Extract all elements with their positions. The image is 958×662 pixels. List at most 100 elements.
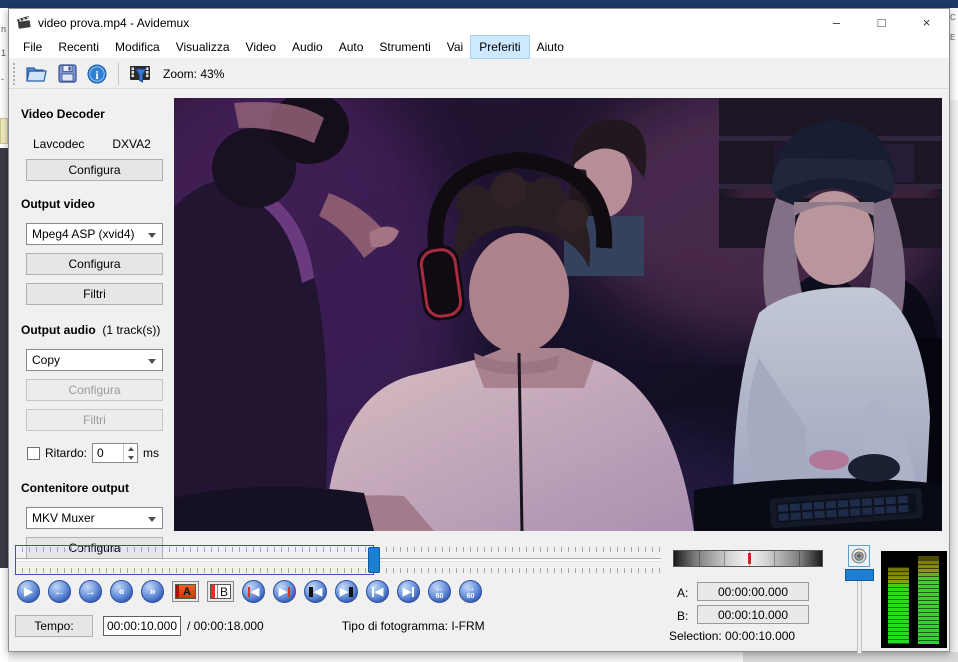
marker-b-label: B: bbox=[677, 609, 688, 623]
decoder-lib-label: Lavcodec bbox=[33, 137, 84, 151]
toolbar: i Zoom: 43% bbox=[9, 59, 949, 89]
chevron-down-icon bbox=[148, 359, 156, 364]
menu-audio[interactable]: Audio bbox=[284, 36, 331, 58]
set-marker-b-button[interactable]: B bbox=[207, 581, 234, 602]
next-black-frame-button[interactable]: ▶ bbox=[335, 580, 358, 603]
zoom-level-label: Zoom: 43% bbox=[163, 67, 224, 81]
video-preview bbox=[174, 98, 942, 531]
decoder-hw-label: DXVA2 bbox=[112, 137, 150, 151]
selection-region bbox=[15, 545, 374, 575]
menu-recenti[interactable]: Recenti bbox=[50, 36, 107, 58]
prev-keyframe-button[interactable]: ◀ bbox=[366, 580, 389, 603]
delay-label: Ritardo: bbox=[45, 446, 87, 460]
menu-strumenti[interactable]: Strumenti bbox=[371, 36, 438, 58]
video-codec-select[interactable]: Mpeg4 ASP (xvid4) bbox=[26, 223, 163, 245]
timeline-cursor[interactable] bbox=[368, 547, 380, 573]
transport-controls: ▶ ← → « » A B ◀ ▶ ◀ ▶ ◀ ▶ ←60 →60 bbox=[17, 580, 482, 603]
spin-down-icon[interactable] bbox=[124, 453, 137, 462]
time-mode-button[interactable]: Tempo: bbox=[15, 615, 93, 637]
current-time-field[interactable]: 00:00:10.000 bbox=[103, 616, 181, 636]
goto-marker-a-button[interactable]: ◀ bbox=[242, 580, 265, 603]
back-60-frames-button[interactable]: ←60 bbox=[428, 580, 451, 603]
info-icon: i bbox=[87, 64, 107, 84]
window-title: video prova.mp4 - Avidemux bbox=[38, 16, 189, 30]
next-frame-button[interactable]: → bbox=[79, 580, 102, 603]
play-button[interactable]: ▶ bbox=[17, 580, 40, 603]
vu-left-channel bbox=[888, 567, 909, 644]
avidemux-window: video prova.mp4 - Avidemux – □ × File Re… bbox=[8, 8, 950, 652]
volume-handle[interactable] bbox=[845, 569, 874, 581]
audio-tracks-note: (1 track(s)) bbox=[102, 323, 160, 337]
marker-b-time-field: 00:00:10.000 bbox=[697, 605, 809, 624]
menu-modifica[interactable]: Modifica bbox=[107, 36, 168, 58]
close-button[interactable]: × bbox=[904, 9, 949, 36]
container-heading: Contenitore output bbox=[21, 481, 174, 495]
video-filters-button[interactable] bbox=[127, 62, 153, 86]
menu-preferiti[interactable]: Preferiti bbox=[471, 36, 528, 58]
delay-checkbox[interactable] bbox=[27, 447, 40, 460]
shuttle-center-mark bbox=[748, 553, 751, 564]
background-bottom-right bbox=[743, 652, 958, 662]
menu-vai[interactable]: Vai bbox=[439, 36, 471, 58]
toolbar-grip[interactable] bbox=[12, 63, 17, 85]
muxer-select[interactable]: MKV Muxer bbox=[26, 507, 163, 529]
filter-film-icon bbox=[129, 64, 151, 84]
back-fast-button[interactable]: « bbox=[110, 580, 133, 603]
open-file-button[interactable] bbox=[24, 62, 50, 86]
save-file-button[interactable] bbox=[54, 62, 80, 86]
forward-fast-button[interactable]: » bbox=[141, 580, 164, 603]
video-frame-image bbox=[174, 98, 942, 531]
title-bar[interactable]: video prova.mp4 - Avidemux – □ × bbox=[9, 9, 949, 36]
menu-bar: File Recenti Modifica Visualizza Video A… bbox=[9, 36, 949, 59]
set-marker-a-button[interactable]: A bbox=[172, 581, 199, 602]
open-folder-icon bbox=[26, 65, 48, 83]
prev-frame-button[interactable]: ← bbox=[48, 580, 71, 603]
app-icon bbox=[17, 16, 32, 30]
mute-button[interactable] bbox=[848, 545, 870, 567]
time-row: Tempo: 00:00:10.000 / 00:00:18.000 Tipo … bbox=[15, 615, 485, 637]
menu-auto[interactable]: Auto bbox=[331, 36, 372, 58]
volume-track[interactable] bbox=[857, 571, 862, 654]
forward-60-frames-button[interactable]: →60 bbox=[459, 580, 482, 603]
prev-black-frame-button[interactable]: ◀ bbox=[304, 580, 327, 603]
menu-visualizza[interactable]: Visualizza bbox=[168, 36, 238, 58]
info-button[interactable]: i bbox=[84, 62, 110, 86]
total-duration-label: / 00:00:18.000 bbox=[187, 619, 264, 633]
spin-up-icon[interactable] bbox=[124, 444, 137, 453]
background-bottom-left bbox=[8, 652, 743, 662]
audio-vu-meter bbox=[881, 551, 947, 648]
audio-codec-select[interactable]: Copy bbox=[26, 349, 163, 371]
speaker-icon bbox=[851, 548, 867, 564]
maximize-button[interactable]: □ bbox=[859, 9, 904, 36]
background-taskbar-strip bbox=[0, 0, 958, 8]
video-decoder-heading: Video Decoder bbox=[21, 107, 174, 121]
goto-marker-b-button[interactable]: ▶ bbox=[273, 580, 296, 603]
vu-right-channel bbox=[918, 556, 939, 644]
video-filters-list-button[interactable]: Filtri bbox=[26, 283, 163, 305]
shuttle-wheel[interactable] bbox=[673, 550, 823, 567]
delay-spinner[interactable]: 0 bbox=[92, 443, 138, 463]
output-video-heading: Output video bbox=[21, 197, 174, 211]
chevron-down-icon bbox=[148, 233, 156, 238]
background-window-left: n 1 - bbox=[0, 8, 8, 662]
delay-unit-label: ms bbox=[143, 446, 159, 460]
output-audio-heading: Output audio (1 track(s)) bbox=[21, 323, 174, 337]
sidebar: Video Decoder Lavcodec DXVA2 Configura O… bbox=[9, 93, 174, 531]
marker-a-time-field: 00:00:00.000 bbox=[697, 582, 809, 601]
next-keyframe-button[interactable]: ▶ bbox=[397, 580, 420, 603]
audio-configure-button: Configura bbox=[26, 379, 163, 401]
menu-video[interactable]: Video bbox=[238, 36, 284, 58]
decoder-configure-button[interactable]: Configura bbox=[26, 159, 163, 181]
minimize-button[interactable]: – bbox=[814, 9, 859, 36]
menu-file[interactable]: File bbox=[15, 36, 50, 58]
marker-a-label: A: bbox=[677, 586, 688, 600]
background-window-right: CE bbox=[950, 8, 958, 662]
frame-type-label: Tipo di fotogramma: I-FRM bbox=[342, 619, 485, 633]
timeline-slider[interactable] bbox=[15, 545, 661, 575]
floppy-disk-icon bbox=[58, 64, 77, 83]
menu-aiuto[interactable]: Aiuto bbox=[529, 36, 572, 58]
chevron-down-icon bbox=[148, 517, 156, 522]
selection-duration-label: Selection: 00:00:10.000 bbox=[669, 629, 795, 643]
toolbar-separator bbox=[118, 63, 119, 85]
video-configure-button[interactable]: Configura bbox=[26, 253, 163, 275]
